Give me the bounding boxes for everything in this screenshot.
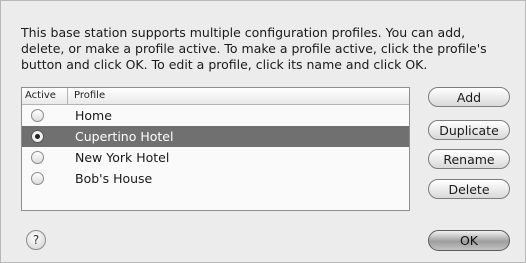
ok-button[interactable]: OK: [428, 230, 510, 251]
duplicate-button[interactable]: Duplicate: [428, 120, 510, 140]
add-button[interactable]: Add: [428, 87, 510, 107]
table-header: Active Profile: [22, 88, 409, 105]
table-row[interactable]: Home: [22, 105, 409, 126]
column-header-active[interactable]: Active: [25, 90, 56, 101]
profile-name[interactable]: Home: [75, 108, 112, 123]
profiles-table: Active Profile Home Cupertino Hotel New …: [21, 87, 410, 211]
table-row[interactable]: New York Hotel: [22, 147, 409, 168]
radio-selected-dot: [35, 134, 40, 139]
profiles-dialog: This base station supports multiple conf…: [0, 0, 526, 263]
active-radio[interactable]: [31, 172, 44, 185]
column-header-profile[interactable]: Profile: [74, 90, 105, 101]
column-divider: [67, 88, 68, 104]
active-radio[interactable]: [31, 151, 44, 164]
active-radio[interactable]: [31, 130, 44, 143]
active-radio[interactable]: [31, 109, 44, 122]
instructions-text: This base station supports multiple conf…: [21, 25, 487, 72]
profile-name[interactable]: New York Hotel: [75, 150, 169, 165]
delete-button[interactable]: Delete: [428, 179, 510, 199]
profile-name[interactable]: Bob's House: [75, 171, 152, 186]
rename-button[interactable]: Rename: [428, 149, 510, 169]
profile-name[interactable]: Cupertino Hotel: [75, 129, 173, 144]
table-row[interactable]: Cupertino Hotel: [22, 126, 409, 147]
table-row[interactable]: Bob's House: [22, 168, 409, 189]
help-icon[interactable]: ?: [26, 230, 46, 250]
